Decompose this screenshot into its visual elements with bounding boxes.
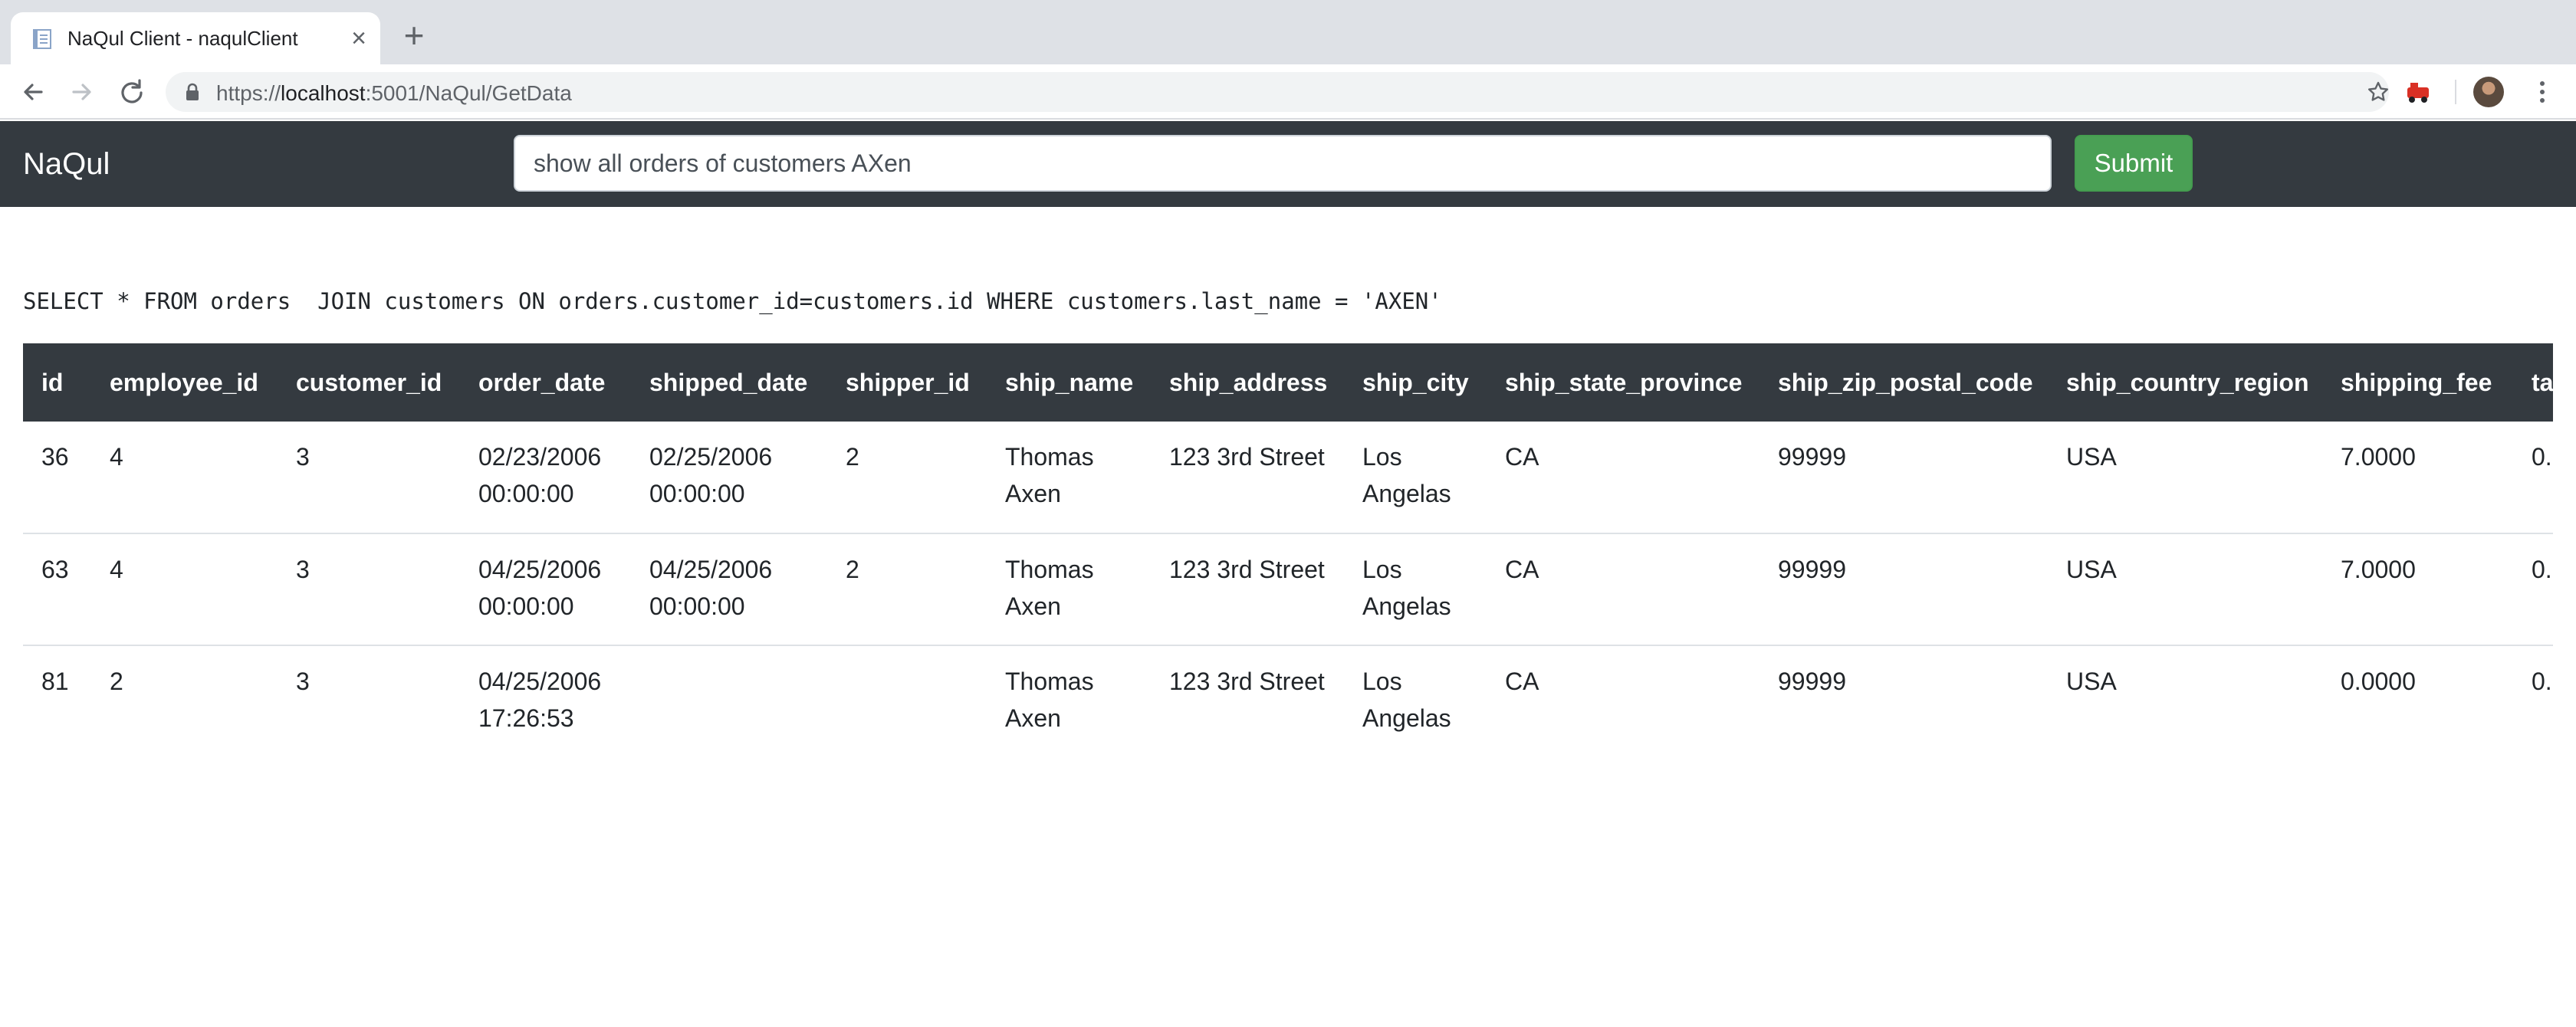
table-row: 81 2 3 04/25/2006 17:26:53 Thomas Axen 123 3r… — [23, 645, 2553, 742]
cell-ship-zip-postal-code: 99999 — [1760, 422, 2048, 534]
cell-order-date: 04/25/2006 17:26:53 — [478, 668, 602, 732]
cell-taxes: 0.0000 — [2513, 422, 2553, 534]
submit-button[interactable]: Submit — [2075, 135, 2193, 192]
cell-shipping-fee: 7.0000 — [2322, 422, 2513, 534]
column-header-ship-name: ship_name — [1005, 368, 1134, 396]
cell-order-date: 02/23/2006 00:00:00 — [460, 422, 631, 534]
cell-shipping-fee: 0.0000 — [2341, 668, 2416, 695]
cell-customer-id: 3 — [296, 668, 310, 695]
results-table-container[interactable]: id employee_id customer_id order_date shippe… — [23, 343, 2553, 742]
cell-employee-id: 4 — [91, 422, 278, 534]
column-header-shipper-id: shipper_id — [846, 368, 970, 396]
cell-id: 81 — [41, 668, 69, 695]
column-header-id: id — [41, 368, 64, 396]
close-tab-icon[interactable]: × — [345, 25, 373, 52]
cell-shipper-id: 2 — [827, 422, 987, 534]
cell-customer-id: 3 — [278, 422, 460, 534]
cell-ship-name: Thomas Axen — [987, 533, 1151, 646]
cell-ship-state-province: CA — [1487, 533, 1760, 646]
tab-title: NaQul Client - naqulClient — [67, 27, 298, 50]
cell-ship-address: 123 3rd Street — [1169, 668, 1325, 695]
browser-tab-strip: NaQul Client - naqulClient × + — [0, 0, 2576, 64]
table-header-row: id employee_id customer_id order_date shippe… — [23, 343, 2553, 422]
forward-arrow-icon[interactable] — [63, 74, 100, 110]
cell-ship-country-region: USA — [2048, 533, 2322, 646]
address-bar[interactable]: https://localhost:5001/NaQul/GetData — [166, 72, 2389, 112]
cell-ship-country-region: USA — [2066, 668, 2117, 695]
cell-ship-city: Los Angelas — [1362, 668, 1451, 732]
table-row: 63 4 3 04/25/2006 00:00:00 04/25/2006 00:00:… — [23, 533, 2553, 646]
cell-shipping-fee: 7.0000 — [2322, 533, 2513, 646]
cell-shipper-id: 2 — [827, 533, 987, 646]
browser-menu-icon[interactable] — [2527, 74, 2558, 110]
generated-sql: SELECT * FROM orders JOIN customers ON o… — [23, 288, 1442, 314]
cell-ship-city: Los Angelas — [1344, 533, 1487, 646]
column-header-customer-id: customer_id — [296, 368, 442, 396]
column-header-taxes: taxes — [2532, 368, 2553, 396]
cell-id: 36 — [23, 422, 91, 534]
cell-employee-id: 2 — [110, 668, 123, 695]
cell-ship-country-region: USA — [2048, 422, 2322, 534]
column-header-shipped-date: shipped_date — [649, 368, 808, 396]
url-text: https://localhost:5001/NaQul/GetData — [216, 81, 572, 106]
cell-ship-name: Thomas Axen — [1005, 668, 1094, 732]
app-navbar: NaQul Submit — [0, 121, 2576, 207]
cell-taxes: 0.0000 — [2513, 533, 2553, 646]
column-header-order-date: order_date — [478, 368, 606, 396]
column-header-employee-id: employee_id — [110, 368, 258, 396]
cell-shipped-date — [631, 645, 827, 742]
app-brand[interactable]: NaQul — [23, 147, 110, 182]
toolbar-divider — [2455, 80, 2456, 104]
column-header-ship-address: ship_address — [1169, 368, 1328, 396]
reload-icon[interactable] — [113, 74, 150, 110]
cell-customer-id: 3 — [278, 533, 460, 646]
profile-avatar[interactable] — [2473, 77, 2504, 107]
column-header-ship-state-province: ship_state_province — [1505, 368, 1743, 396]
page-favicon-icon — [33, 29, 51, 49]
back-arrow-icon[interactable] — [15, 74, 52, 110]
cell-shipped-date: 02/25/2006 00:00:00 — [631, 422, 827, 534]
new-tab-icon[interactable]: + — [397, 18, 431, 54]
bookmark-star-icon[interactable] — [2366, 80, 2390, 104]
column-header-shipping-fee: shipping_fee — [2341, 368, 2492, 396]
cell-ship-state-province: CA — [1487, 422, 1760, 534]
cell-ship-zip-postal-code: 99999 — [1778, 668, 1846, 695]
browser-toolbar: https://localhost:5001/NaQul/GetData — [0, 64, 2576, 120]
lock-icon[interactable] — [182, 82, 202, 102]
url-host: localhost — [281, 81, 366, 105]
url-path: :5001/NaQul/GetData — [365, 81, 572, 105]
column-header-ship-city: ship_city — [1362, 368, 1469, 396]
cell-shipper-id — [827, 645, 987, 742]
cell-ship-state-province: CA — [1505, 668, 1539, 695]
cell-ship-address: 123 3rd Street — [1151, 533, 1344, 646]
cell-ship-city: Los Angelas — [1344, 422, 1487, 534]
cell-taxes: 0.0000 — [2532, 668, 2553, 695]
column-header-ship-zip-postal-code: ship_zip_postal_code — [1778, 368, 2033, 396]
cell-ship-name: Thomas Axen — [987, 422, 1151, 534]
url-scheme: https:// — [216, 81, 281, 105]
table-row: 36 4 3 02/23/2006 00:00:00 02/25/2006 00:00:… — [23, 422, 2553, 534]
cell-id: 63 — [23, 533, 91, 646]
cell-shipped-date: 04/25/2006 00:00:00 — [631, 533, 827, 646]
cell-employee-id: 4 — [91, 533, 278, 646]
cell-ship-address: 123 3rd Street — [1151, 422, 1344, 534]
extension-icon[interactable] — [2403, 77, 2433, 107]
cell-ship-zip-postal-code: 99999 — [1760, 533, 2048, 646]
query-input[interactable] — [514, 135, 2052, 192]
cell-order-date: 04/25/2006 00:00:00 — [460, 533, 631, 646]
results-table: id employee_id customer_id order_date shippe… — [23, 343, 2553, 742]
browser-tab[interactable]: NaQul Client - naqulClient × — [11, 12, 380, 64]
column-header-ship-country-region: ship_country_region — [2066, 368, 2309, 396]
